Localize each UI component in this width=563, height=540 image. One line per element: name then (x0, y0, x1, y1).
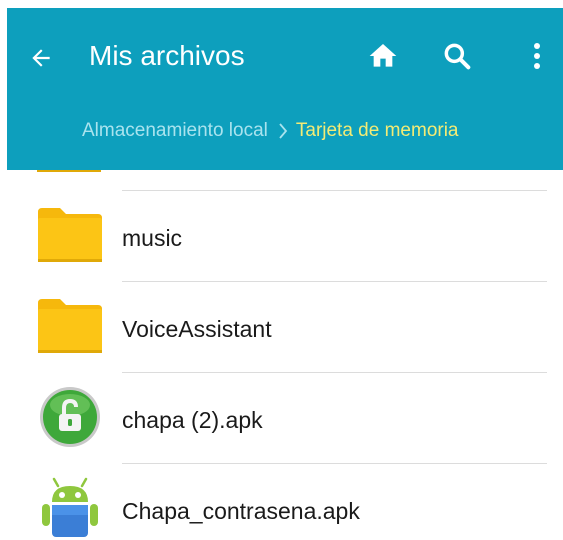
file-name: music (122, 225, 183, 251)
file-name: VoiceAssistant (122, 316, 272, 342)
file-manager-screen: Mis archivos Almacenamiento local Tarjet… (0, 0, 563, 540)
file-list: music VoiceAssistant chapa (2).apk Chapa… (0, 170, 563, 540)
folder-icon (35, 200, 105, 270)
list-item[interactable]: music (0, 190, 563, 281)
list-item[interactable]: Chapa_contrasena.apk (0, 463, 563, 540)
file-name: Chapa_contrasena.apk (122, 498, 360, 524)
breadcrumb: Almacenamiento local Tarjeta de memoria (82, 118, 459, 144)
list-divider (122, 190, 547, 191)
list-divider (122, 281, 547, 282)
folder-icon (37, 170, 101, 172)
list-item[interactable]: chapa (2).apk (0, 372, 563, 463)
android-app-icon (35, 473, 105, 540)
list-divider (122, 372, 547, 373)
page-title: Mis archivos (89, 40, 245, 71)
list-divider (122, 463, 547, 464)
list-item[interactable]: VoiceAssistant (0, 281, 563, 372)
green-lock-app-icon (35, 382, 105, 452)
search-icon[interactable] (435, 34, 479, 78)
more-vert-icon[interactable] (515, 34, 559, 78)
home-icon[interactable] (361, 34, 405, 78)
folder-icon (35, 291, 105, 361)
chevron-right-icon (278, 122, 288, 140)
arrow-left-icon[interactable] (27, 40, 55, 76)
file-name: chapa (2).apk (122, 407, 263, 433)
breadcrumb-parent[interactable]: Almacenamiento local (82, 120, 268, 142)
app-bar: Mis archivos Almacenamiento local Tarjet… (7, 8, 563, 170)
breadcrumb-current[interactable]: Tarjeta de memoria (296, 120, 459, 142)
